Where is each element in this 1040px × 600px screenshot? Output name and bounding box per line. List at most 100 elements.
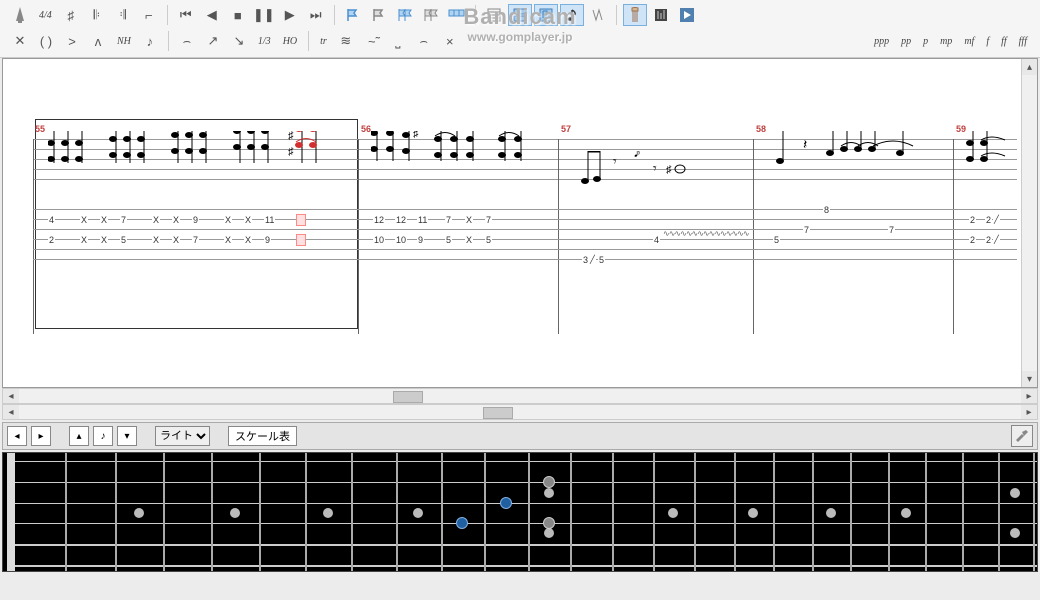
tab-number[interactable]: 2: [48, 235, 55, 245]
tab-number[interactable]: X: [172, 215, 180, 225]
view-2-button[interactable]: [508, 4, 532, 26]
score-area[interactable]: 55 56 57 58 59: [2, 58, 1038, 388]
bend-down-button[interactable]: ↘: [227, 30, 251, 52]
flag-5-button[interactable]: [445, 4, 469, 26]
tab-number[interactable]: X: [224, 235, 232, 245]
tab-number[interactable]: 7: [888, 225, 895, 235]
dynamic-ff-button[interactable]: ff: [996, 30, 1012, 52]
scroll-right-button[interactable]: ▸: [1021, 389, 1037, 403]
fret-prev-button[interactable]: ◂: [7, 426, 27, 446]
dynamic-mf-button[interactable]: mf: [959, 30, 979, 52]
dynamic-pp-button[interactable]: pp: [896, 30, 916, 52]
tuning-select[interactable]: ライト: [155, 426, 210, 446]
view-3-button[interactable]: [534, 4, 558, 26]
palm-mute-button[interactable]: ×: [438, 30, 462, 52]
time-signature-button[interactable]: 4/4: [34, 4, 57, 26]
alt-ending-button[interactable]: ⌐: [137, 4, 161, 26]
hammer-on-button[interactable]: HO: [278, 30, 302, 52]
grace-note-button[interactable]: ♪: [138, 30, 162, 52]
tab-number[interactable]: 2: [969, 215, 976, 225]
tab-number[interactable]: 12: [395, 215, 407, 225]
note-indicator-button[interactable]: ♪: [93, 426, 113, 446]
ffwd-button[interactable]: ⏭: [304, 4, 328, 26]
scroll-right-button[interactable]: ▸: [1021, 405, 1037, 419]
fretboard-string[interactable]: [15, 503, 1037, 504]
play-button[interactable]: [675, 4, 699, 26]
scroll-left-button[interactable]: ◂: [3, 389, 19, 403]
flag-4-button[interactable]: [419, 4, 443, 26]
tab-staff[interactable]: 4 2 X X X X 7 5 X X X X 9 7 X X X X 11 9…: [33, 209, 1017, 259]
dynamic-mp-button[interactable]: mp: [935, 30, 957, 52]
vibrato-button[interactable]: ≋: [334, 30, 358, 52]
tab-number[interactable]: 7: [120, 215, 127, 225]
prev-button[interactable]: ◀: [200, 4, 224, 26]
tab-number[interactable]: 5: [485, 235, 492, 245]
tab-number[interactable]: 9: [264, 235, 271, 245]
key-signature-button[interactable]: ♯: [59, 4, 83, 26]
tab-number[interactable]: X: [172, 235, 180, 245]
flag-2-button[interactable]: [367, 4, 391, 26]
repeat-end-button[interactable]: 𝄇: [111, 4, 135, 26]
tab-number[interactable]: 12: [373, 215, 385, 225]
harmonic-button[interactable]: NH: [112, 30, 136, 52]
wide-vibrato-button[interactable]: ~̃: [360, 30, 384, 52]
string-up-button[interactable]: ▴: [69, 426, 89, 446]
dynamic-fff-button[interactable]: fff: [1014, 30, 1032, 52]
slide-button[interactable]: ⌢: [175, 30, 199, 52]
tab-number[interactable]: X: [152, 215, 160, 225]
fretboard-view-button[interactable]: [623, 4, 647, 26]
tab-number[interactable]: X: [100, 215, 108, 225]
tab-number[interactable]: 2: [985, 215, 992, 225]
tab-number[interactable]: 11: [264, 215, 275, 225]
mixer-button[interactable]: [649, 4, 673, 26]
repeat-start-button[interactable]: 𝄆: [85, 4, 109, 26]
tab-number[interactable]: 9: [192, 215, 199, 225]
tab-number[interactable]: X: [244, 235, 252, 245]
ghost-note-button[interactable]: ( ): [34, 30, 58, 52]
selected-tab-cell[interactable]: [296, 234, 306, 246]
flag-3-button[interactable]: [393, 4, 417, 26]
fretboard-note-marker[interactable]: [500, 497, 512, 509]
dynamic-ppp-button[interactable]: ppp: [869, 30, 894, 52]
rewind-button[interactable]: ⏮: [174, 4, 198, 26]
tab-number[interactable]: X: [465, 215, 473, 225]
bend-amount-button[interactable]: 1/3: [253, 30, 276, 52]
tab-number[interactable]: 7: [485, 215, 492, 225]
view-1-button[interactable]: [482, 4, 506, 26]
dynamic-f-button[interactable]: f: [981, 30, 994, 52]
tab-number[interactable]: 11: [417, 215, 428, 225]
tab-number[interactable]: 8: [823, 205, 830, 215]
marcato-button[interactable]: ᴧ: [86, 30, 110, 52]
dynamic-p-button[interactable]: p: [918, 30, 933, 52]
fretboard-string[interactable]: [15, 461, 1037, 462]
tab-number[interactable]: X: [80, 235, 88, 245]
tab-number[interactable]: 7: [192, 235, 199, 245]
fretboard-string[interactable]: [15, 565, 1037, 567]
fret-next-button[interactable]: ▸: [31, 426, 51, 446]
tab-number[interactable]: 5: [445, 235, 452, 245]
view-4-button[interactable]: [560, 4, 584, 26]
fretboard-note-marker[interactable]: [543, 476, 555, 488]
tab-number[interactable]: 2: [985, 235, 992, 245]
fretboard-string[interactable]: [15, 482, 1037, 483]
tab-number[interactable]: X: [465, 235, 473, 245]
tab-number[interactable]: X: [80, 215, 88, 225]
flag-1-button[interactable]: [341, 4, 365, 26]
tab-number[interactable]: 5: [773, 235, 780, 245]
tab-number[interactable]: 4: [653, 235, 660, 245]
selected-tab-cell[interactable]: [296, 214, 306, 226]
track-overview-scrollbar[interactable]: ◂ ▸: [2, 404, 1038, 420]
tab-number[interactable]: X: [100, 235, 108, 245]
tab-number[interactable]: 4: [48, 215, 55, 225]
tab-number[interactable]: 5: [598, 255, 605, 265]
tab-number[interactable]: 2: [969, 235, 976, 245]
let-ring-button[interactable]: ⎵: [386, 30, 410, 52]
next-button[interactable]: ▶: [278, 4, 302, 26]
scrollbar-thumb[interactable]: [483, 407, 513, 419]
fretboard-note-marker[interactable]: [543, 517, 555, 529]
tools-button[interactable]: [1011, 425, 1033, 447]
scroll-down-button[interactable]: ▾: [1022, 371, 1037, 387]
view-5-button[interactable]: [586, 4, 610, 26]
tab-number[interactable]: 7: [803, 225, 810, 235]
fretboard-note-marker[interactable]: [456, 517, 468, 529]
